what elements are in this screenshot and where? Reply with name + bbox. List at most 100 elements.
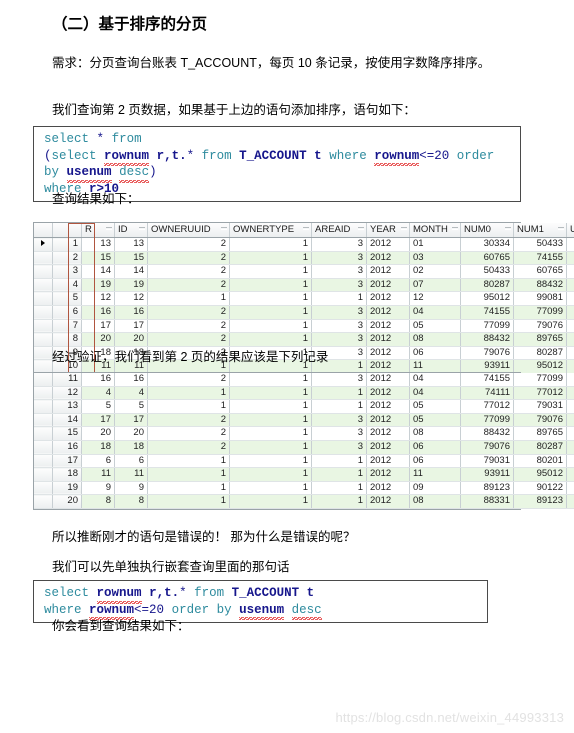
row-marker-cell[interactable]: [34, 319, 53, 334]
cell-num1[interactable]: 60765: [513, 264, 567, 279]
cell-ownertype[interactable]: 1: [229, 278, 312, 293]
cell-r[interactable]: 4: [81, 386, 115, 401]
cell-year[interactable]: 2012: [366, 278, 410, 293]
cell-ownertype[interactable]: 1: [229, 413, 312, 428]
cell-id[interactable]: 15: [114, 251, 148, 266]
table-row[interactable]: 199911120120989123901229991: [34, 481, 574, 496]
cell-num0[interactable]: 30334: [460, 237, 514, 252]
cell-r[interactable]: 20: [81, 426, 115, 441]
cell-num1[interactable]: 99081: [513, 291, 567, 306]
column-resize-grip-icon[interactable]: [358, 227, 364, 230]
table-row[interactable]: 152020213201208884328976513331: [34, 426, 574, 441]
cell-num1[interactable]: 95012: [513, 467, 567, 482]
row-number-cell[interactable]: 17: [52, 454, 82, 469]
cell-areaid[interactable]: 3: [311, 440, 367, 455]
cell-ownertype[interactable]: 1: [229, 319, 312, 334]
row-marker-cell[interactable]: [34, 413, 53, 428]
cell-r[interactable]: 9: [81, 481, 115, 496]
cell-month[interactable]: 05: [409, 319, 461, 334]
row-number-cell[interactable]: 5: [52, 291, 82, 306]
column-header-month[interactable]: MONTH: [409, 223, 461, 238]
column-header-areaid[interactable]: AREAID: [311, 223, 367, 238]
cell-usenum[interactable]: 4069: [566, 291, 574, 306]
cell-ownertype[interactable]: 1: [229, 467, 312, 482]
column-resize-grip-icon[interactable]: [401, 227, 407, 230]
cell-owneruuid[interactable]: 2: [147, 264, 230, 279]
cell-num1[interactable]: 80201: [513, 454, 567, 469]
cell-id[interactable]: 8: [114, 494, 148, 509]
cell-owneruuid[interactable]: 1: [147, 399, 230, 414]
cell-num0[interactable]: 60765: [460, 251, 514, 266]
cell-month[interactable]: 08: [409, 426, 461, 441]
row-number-cell[interactable]: 15: [52, 426, 82, 441]
cell-num1[interactable]: 79031: [513, 399, 567, 414]
cell-owneruuid[interactable]: 2: [147, 440, 230, 455]
row-marker-cell[interactable]: [34, 251, 53, 266]
cell-r[interactable]: 12: [81, 291, 115, 306]
cell-num0[interactable]: 79031: [460, 454, 514, 469]
cell-ownertype[interactable]: 1: [229, 251, 312, 266]
cell-id[interactable]: 9: [114, 481, 148, 496]
row-marker-cell[interactable]: [34, 237, 53, 252]
cell-id[interactable]: 11: [114, 467, 148, 482]
cell-id[interactable]: 4: [114, 386, 148, 401]
cell-usenum[interactable]: 13390: [566, 251, 574, 266]
row-marker-cell[interactable]: [34, 291, 53, 306]
cell-usenum[interactable]: 2901: [566, 386, 574, 401]
row-number-cell[interactable]: 18: [52, 467, 82, 482]
cell-owneruuid[interactable]: 2: [147, 413, 230, 428]
cell-owneruuid[interactable]: 1: [147, 454, 230, 469]
cell-ownertype[interactable]: 1: [229, 291, 312, 306]
cell-id[interactable]: 19: [114, 278, 148, 293]
cell-r[interactable]: 17: [81, 319, 115, 334]
column-resize-grip-icon[interactable]: [221, 227, 227, 230]
cell-num0[interactable]: 74155: [460, 373, 514, 387]
column-resize-grip-icon[interactable]: [139, 227, 145, 230]
cell-month[interactable]: 07: [409, 278, 461, 293]
cell-areaid[interactable]: 3: [311, 305, 367, 320]
row-marker-cell[interactable]: [34, 481, 53, 496]
cell-num1[interactable]: 50433: [513, 237, 567, 252]
row-number-cell[interactable]: 4: [52, 278, 82, 293]
cell-id[interactable]: 16: [114, 305, 148, 320]
cell-ownertype[interactable]: 1: [229, 481, 312, 496]
cell-id[interactable]: 18: [114, 440, 148, 455]
cell-owneruuid[interactable]: 2: [147, 237, 230, 252]
cell-num0[interactable]: 74111: [460, 386, 514, 401]
cell-areaid[interactable]: 1: [311, 386, 367, 401]
column-resize-grip-icon[interactable]: [303, 227, 309, 230]
row-number-cell[interactable]: 13: [52, 399, 82, 414]
cell-year[interactable]: 2012: [366, 426, 410, 441]
cell-usenum[interactable]: 8145: [566, 278, 574, 293]
cell-num0[interactable]: 79076: [460, 346, 514, 361]
cell-month[interactable]: 06: [409, 454, 461, 469]
cell-year[interactable]: 2012: [366, 251, 410, 266]
cell-id[interactable]: 6: [114, 454, 148, 469]
column-resize-grip-icon[interactable]: [558, 227, 564, 230]
cell-usenum[interactable]: 792: [566, 494, 574, 509]
row-marker-cell[interactable]: [34, 494, 53, 509]
cell-areaid[interactable]: 1: [311, 494, 367, 509]
cell-r[interactable]: 6: [81, 454, 115, 469]
cell-id[interactable]: 16: [114, 373, 148, 387]
row-marker-cell[interactable]: [34, 454, 53, 469]
cell-year[interactable]: 2012: [366, 467, 410, 482]
cell-year[interactable]: 2012: [366, 399, 410, 414]
column-header-id[interactable]: ID: [114, 223, 148, 238]
column-header-num0[interactable]: NUM0: [460, 223, 514, 238]
cell-usenum[interactable]: 20099: [566, 237, 574, 252]
table-row[interactable]: 208811120120888331891237921: [34, 494, 574, 509]
table-row[interactable]: 51212111201212950129908140691: [34, 291, 574, 306]
cell-areaid[interactable]: 3: [311, 413, 367, 428]
cell-month[interactable]: 06: [409, 440, 461, 455]
column-resize-grip-icon[interactable]: [505, 227, 511, 230]
cell-num1[interactable]: 80287: [513, 346, 567, 361]
cell-usenum[interactable]: 999: [566, 481, 574, 496]
cell-usenum[interactable]: 1170: [566, 454, 574, 469]
cell-r[interactable]: 8: [81, 494, 115, 509]
row-marker-cell[interactable]: [34, 399, 53, 414]
cell-usenum[interactable]: 1101: [566, 467, 574, 482]
cell-id[interactable]: 20: [114, 332, 148, 347]
row-marker-cell[interactable]: [34, 332, 53, 347]
cell-usenum[interactable]: 1211: [566, 440, 574, 455]
